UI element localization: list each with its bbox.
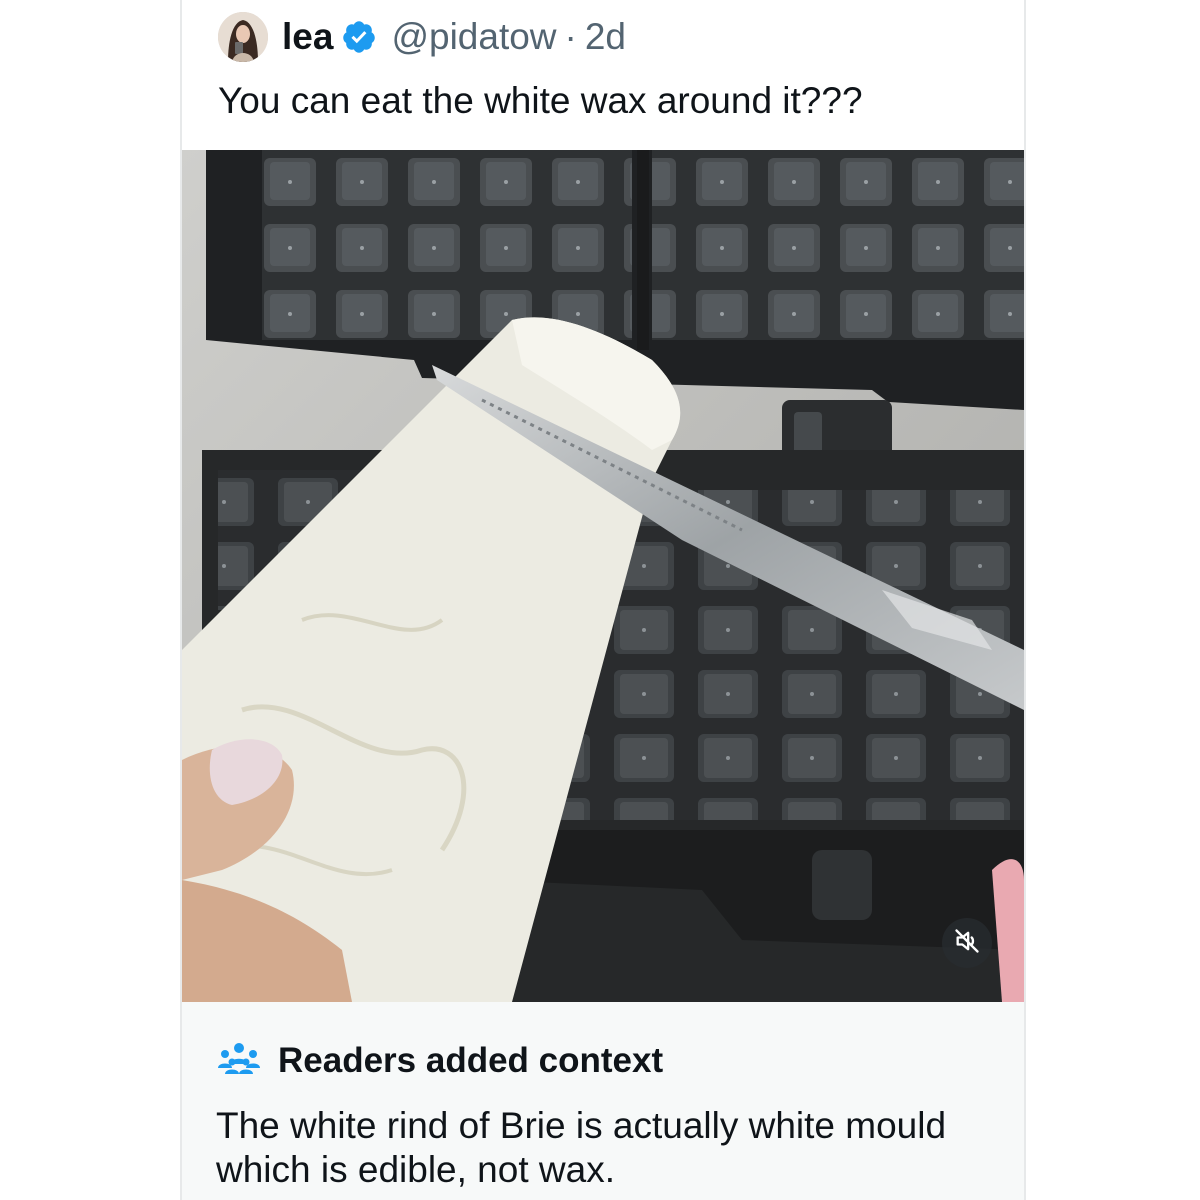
post-card[interactable]: lea @pidatow · 2d You can eat the white … [180,0,1026,1200]
video-frame [182,150,1024,1002]
author-handle[interactable]: @pidatow [391,16,556,58]
post-age[interactable]: 2d [585,16,626,58]
verified-badge-icon [341,19,377,55]
page: lea @pidatow · 2d You can eat the white … [0,0,1200,1200]
post-text: You can eat the white wax around it??? [218,80,863,121]
people-icon [216,1040,262,1081]
volume-muted-icon [953,927,981,960]
separator-dot: · [564,16,577,57]
community-note-body: The white rind of Brie is actually white… [216,1105,947,1190]
community-note: Readers added context The white rind of … [182,1002,1024,1200]
post-header: lea @pidatow · 2d [218,12,626,62]
author-avatar[interactable] [218,12,268,62]
author-name[interactable]: lea [282,16,333,58]
community-note-header: Readers added context [216,1040,663,1081]
community-note-title: Readers added context [278,1040,664,1080]
post-video[interactable] [182,150,1024,1002]
mute-toggle-button[interactable] [942,918,992,968]
